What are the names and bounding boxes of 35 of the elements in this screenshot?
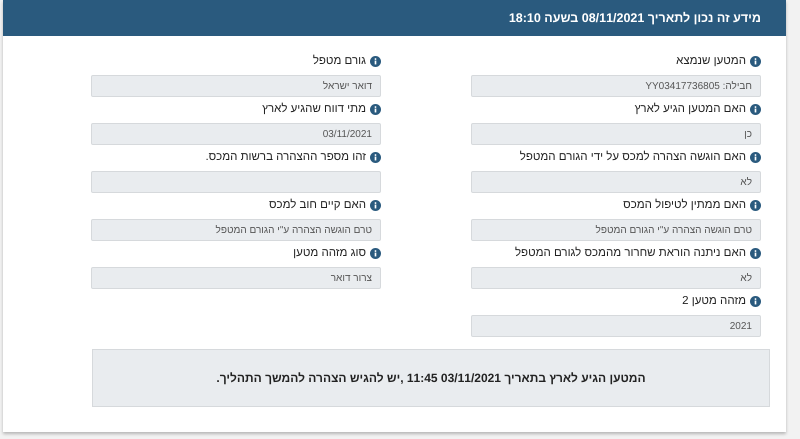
info-icon <box>370 200 381 210</box>
input-field[interactable]: לא <box>471 267 761 289</box>
info-icon <box>750 56 761 66</box>
input-field[interactable]: 2021 <box>471 315 761 337</box>
info-icon <box>370 152 381 162</box>
input-field[interactable]: טרם הוגשה הצהרה ע"י הגורם המטפל <box>471 219 761 241</box>
info-icon <box>750 104 761 114</box>
notice-text: המטען הגיע לארץ בתאריך 03/11/2021 11:45 ,יש להגיש הצהרה להמשך התהליך. <box>216 371 646 385</box>
field-label: מזהה מטען 2 <box>682 295 746 307</box>
field-label: מתי דווח שהגיע לארץ <box>262 103 366 115</box>
input-field[interactable]: חבילה: YY03417736805 <box>471 75 761 97</box>
input-field[interactable]: כן <box>471 123 761 145</box>
info-icon <box>750 296 761 306</box>
input-field[interactable]: צרור דואר <box>91 267 381 289</box>
info-icon <box>750 200 761 210</box>
info-icon <box>370 104 381 114</box>
field-label: זהו מספר ההצהרה ברשות המכס. <box>205 151 366 163</box>
field-label: האם ממתין לטיפול המכס <box>623 199 746 211</box>
input-field[interactable]: טרם הוגשה הצהרה ע"י הגורם המטפל <box>91 219 381 241</box>
field-label: האם הוגשה הצהרה למכס על ידי הגורם המטפל <box>520 151 746 163</box>
field-label: סוג מזהה מטען <box>293 247 366 259</box>
input-field[interactable]: 03/11/2021 <box>91 123 381 145</box>
field-label: האם ניתנה הוראת שחרור מהמכס לגורם המטפל <box>514 247 746 259</box>
field-label: האם המטען הגיע לארץ <box>634 103 746 115</box>
input-field[interactable]: דואר ישראל <box>91 75 381 97</box>
info-icon <box>370 248 381 258</box>
field-label: גורם מטפל <box>312 55 366 67</box>
info-icon <box>750 248 761 258</box>
input-field[interactable]: לא <box>471 171 761 193</box>
input-field[interactable] <box>91 171 381 193</box>
field-label: האם קיים חוב למכס <box>269 199 366 211</box>
header-title: מידע זה נכון לתאריך 08/11/2021 בשעה 18:10 <box>508 11 761 25</box>
info-icon <box>750 152 761 162</box>
field-label: המטען שנמצא <box>676 55 746 67</box>
info-icon <box>370 56 381 66</box>
